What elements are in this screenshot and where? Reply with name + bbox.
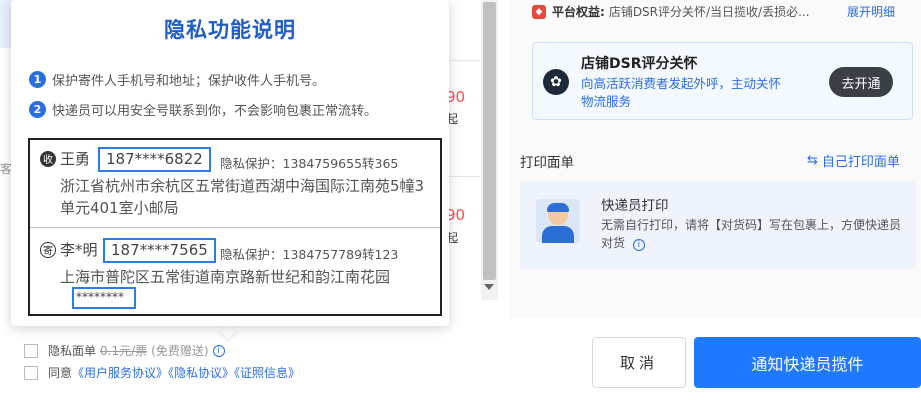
privacy-label-text: 隐私面单 (48, 344, 97, 358)
sender-address: 浙江省杭州市余杭区五常街道西湖中海国际江南苑5幢3单元401室小邮局 (60, 177, 425, 217)
agree-prefix: 同意 (48, 366, 73, 380)
privacy-demo-box: 收 王勇 187****6822 隐私保护：1384759655转365 浙江省… (28, 138, 442, 316)
tip-item: 2 快递员可以用安全号联系到你，不会影响包裹正常流转。 (29, 100, 377, 119)
platform-benefit: ◆ 平台权益: 店铺DSR评分关怀/当日揽收/丢损必... (532, 3, 810, 20)
send-badge-icon: 寄 (40, 241, 56, 258)
privacy-price: 0.1元/票 (100, 344, 148, 358)
self-print-label: 自己打印面单 (821, 155, 900, 170)
tip-item: 1 保护寄件人手机号和地址；保护收件人手机号。 (29, 70, 325, 89)
dsr-title: 店铺DSR评分关怀 (581, 56, 698, 72)
privacy-checkbox[interactable] (24, 343, 38, 358)
tip-number: 1 (29, 71, 46, 88)
benefit-text: 店铺DSR评分关怀/当日揽收/丢损必... (608, 5, 810, 19)
info-icon[interactable]: i (632, 239, 645, 251)
scrollbar-thumb[interactable] (483, 2, 496, 280)
print-label-heading: 打印面单 (520, 155, 574, 171)
agreement-links[interactable]: 《用户服务协议》《隐私协议》《证照信息》 (72, 364, 300, 381)
info-icon[interactable]: i (212, 344, 225, 357)
privacy-info-popup: 隐私功能说明 1 保护寄件人手机号和地址；保护收件人手机号。 2 快递员可以用安… (11, 0, 449, 326)
benefit-label: 平台权益: (552, 5, 605, 19)
self-print-link[interactable]: ⇆ 自己打印面单 (807, 151, 900, 170)
sender-privacy-number: 隐私保护：1384759655转365 (220, 156, 399, 171)
sender-name: 王勇 (60, 150, 91, 168)
masked-address: ******** (72, 287, 136, 309)
receiver-name-row: 寄 李*明 (40, 239, 98, 260)
courier-print-card[interactable]: 快递员打印 无需自行打印，请将【对货码】写在包裹上，方便快递员对货 i (520, 181, 916, 269)
tip-text: 保护寄件人手机号和地址；保护收件人手机号。 (52, 74, 326, 89)
swap-icon: ⇆ (807, 153, 818, 168)
notify-courier-button[interactable]: 通知快递员揽件 (694, 337, 921, 388)
agreement-option[interactable]: 同意 《用户服务协议》《隐私协议》《证照信息》 (24, 364, 300, 381)
sender-name-row: 收 王勇 (40, 148, 90, 169)
shop-icon: ✿ (543, 69, 569, 95)
expand-details-link[interactable]: 展开明细 (847, 3, 895, 20)
dsr-care-card: ✿ 店铺DSR评分关怀 向高活跃消费者发起外呼，主动关怀物流服务 去开通 (532, 42, 913, 120)
receive-badge-icon: 收 (40, 150, 56, 167)
scroll-down-arrow-icon[interactable] (484, 284, 494, 290)
tip-number: 2 (29, 101, 46, 118)
privacy-free-note: (免费赠送) (151, 344, 209, 358)
enable-dsr-button[interactable]: 去开通 (829, 67, 893, 97)
receiver-phone: 187****7565 (103, 238, 216, 263)
cancel-button[interactable]: 取消 (592, 337, 686, 388)
receiver-address: 上海市普陀区五常街道南京路新世纪和韵江南花园 (60, 268, 391, 286)
courier-print-title: 快递员打印 (601, 198, 669, 214)
right-panel: ◆ 平台权益: 店铺DSR评分关怀/当日揽收/丢损必... 展开明细 ✿ 店铺D… (510, 0, 921, 318)
gift-icon: ◆ (532, 4, 546, 19)
courier-print-description: 无需自行打印，请将【对货码】写在包裹上，方便快递员对货 i (601, 216, 901, 252)
agreement-checkbox[interactable] (24, 365, 38, 380)
privacy-label-option[interactable]: 隐私面单 0.1元/票 (免费赠送) i (24, 342, 225, 359)
divider (30, 227, 440, 228)
courier-desc-text: 无需自行打印，请将【对货码】写在包裹上，方便快递员对货 (601, 218, 902, 250)
tip-text: 快递员可以用安全号联系到你，不会影响包裹正常流转。 (52, 104, 378, 119)
page-root: 客 90 起 90 起 ◆ 平台权益: 店铺DSR评分关怀/当日揽收/丢损必..… (0, 0, 921, 400)
dsr-description: 向高活跃消费者发起外呼，主动关怀物流服务 (581, 76, 782, 109)
popup-title: 隐私功能说明 (164, 18, 296, 42)
receiver-privacy-number: 隐私保护：1384757789转123 (220, 247, 399, 262)
receiver-name: 李*明 (60, 241, 98, 259)
sender-phone: 187****6822 (98, 147, 211, 172)
courier-avatar (536, 199, 580, 243)
